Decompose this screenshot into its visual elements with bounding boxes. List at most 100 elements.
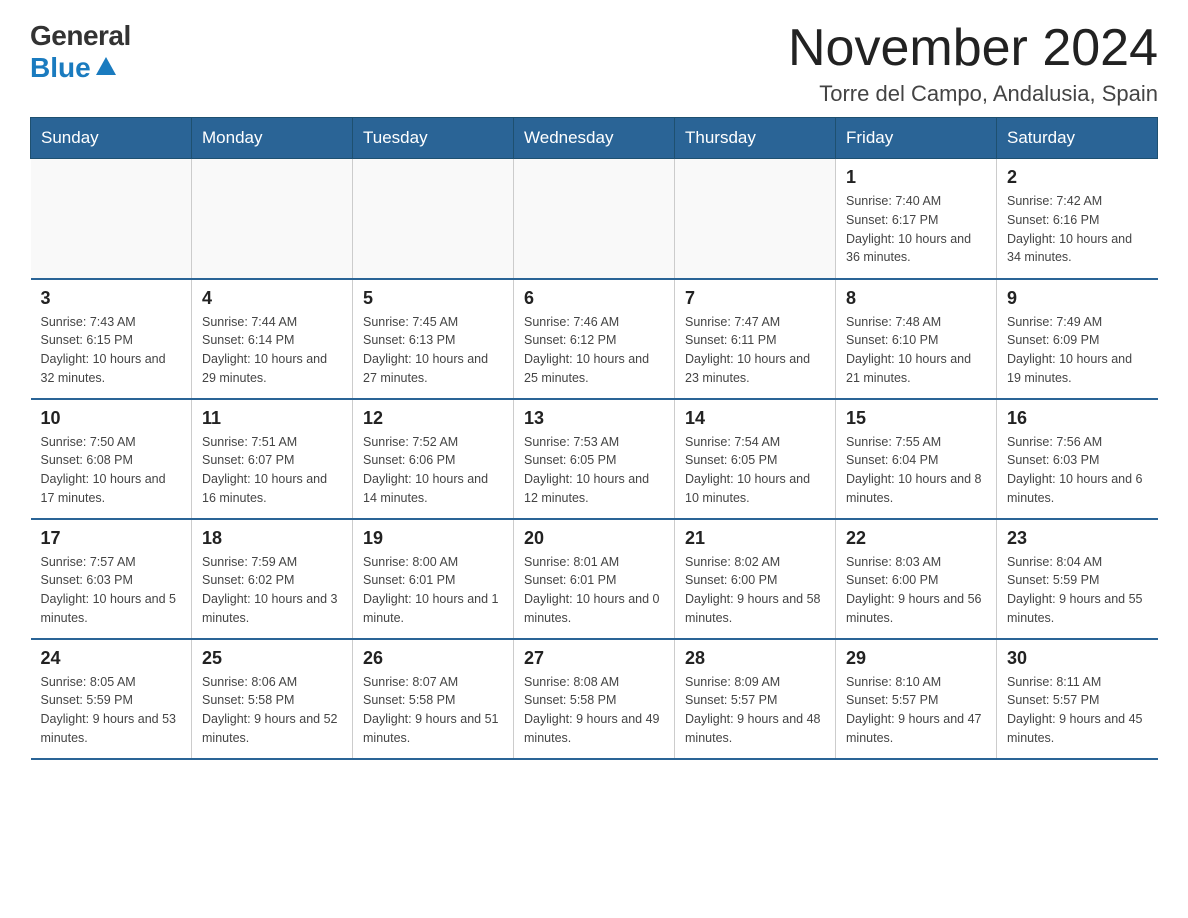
day-number: 16 xyxy=(1007,408,1148,429)
day-number: 13 xyxy=(524,408,664,429)
day-info: Sunrise: 8:07 AMSunset: 5:58 PMDaylight:… xyxy=(363,673,503,748)
calendar-cell xyxy=(192,159,353,279)
day-info-line: Daylight: 10 hours and 16 minutes. xyxy=(202,472,327,505)
day-info-line: Sunrise: 7:49 AM xyxy=(1007,315,1102,329)
day-info-line: Daylight: 9 hours and 51 minutes. xyxy=(363,712,499,745)
day-info: Sunrise: 7:40 AMSunset: 6:17 PMDaylight:… xyxy=(846,192,986,267)
day-info-line: Sunrise: 7:51 AM xyxy=(202,435,297,449)
calendar-cell: 13Sunrise: 7:53 AMSunset: 6:05 PMDayligh… xyxy=(514,399,675,519)
calendar-cell: 28Sunrise: 8:09 AMSunset: 5:57 PMDayligh… xyxy=(675,639,836,759)
day-info-line: Sunset: 6:03 PM xyxy=(1007,453,1099,467)
title-section: November 2024 Torre del Campo, Andalusia… xyxy=(788,20,1158,107)
day-info-line: Sunset: 6:06 PM xyxy=(363,453,455,467)
day-info-line: Sunset: 5:57 PM xyxy=(1007,693,1099,707)
day-number: 30 xyxy=(1007,648,1148,669)
day-info: Sunrise: 7:48 AMSunset: 6:10 PMDaylight:… xyxy=(846,313,986,388)
day-info-line: Sunrise: 7:56 AM xyxy=(1007,435,1102,449)
day-number: 28 xyxy=(685,648,825,669)
calendar-cell: 10 Sunrise: 7:50 AMSunset: 6:08 PMDayligh… xyxy=(31,399,192,519)
day-info: Sunrise: 7:44 AMSunset: 6:14 PMDaylight:… xyxy=(202,313,342,388)
day-info: Sunrise: 7:59 AMSunset: 6:02 PMDaylight:… xyxy=(202,553,342,628)
day-info-line: Sunset: 6:08 PM xyxy=(41,453,133,467)
day-info-line: Sunrise: 8:09 AM xyxy=(685,675,780,689)
day-info-line: Sunset: 6:02 PM xyxy=(202,573,294,587)
day-number: 21 xyxy=(685,528,825,549)
calendar-cell: 30Sunrise: 8:11 AMSunset: 5:57 PMDayligh… xyxy=(997,639,1158,759)
day-number: 15 xyxy=(846,408,986,429)
day-info-line: Sunset: 6:17 PM xyxy=(846,213,938,227)
day-info-line: Sunrise: 7:42 AM xyxy=(1007,194,1102,208)
header-monday: Monday xyxy=(192,118,353,159)
day-info-line: Sunset: 6:00 PM xyxy=(846,573,938,587)
day-info: Sunrise: 8:03 AMSunset: 6:00 PMDaylight:… xyxy=(846,553,986,628)
day-info-line: Daylight: 9 hours and 53 minutes. xyxy=(41,712,177,745)
day-info-line: Sunset: 6:13 PM xyxy=(363,333,455,347)
day-info-line: Sunrise: 7:54 AM xyxy=(685,435,780,449)
calendar-cell: 25Sunrise: 8:06 AMSunset: 5:58 PMDayligh… xyxy=(192,639,353,759)
calendar-cell: 11 Sunrise: 7:51 AM Sunset: 6:07 PM Dayligh… xyxy=(192,399,353,519)
header: General Blue November 2024 Torre del Cam… xyxy=(30,20,1158,107)
day-number: 8 xyxy=(846,288,986,309)
calendar-cell: 29Sunrise: 8:10 AMSunset: 5:57 PMDayligh… xyxy=(836,639,997,759)
day-info: Sunrise: 8:08 AMSunset: 5:58 PMDaylight:… xyxy=(524,673,664,748)
day-info-line: Sunset: 5:59 PM xyxy=(1007,573,1099,587)
calendar-cell: 20Sunrise: 8:01 AMSunset: 6:01 PMDayligh… xyxy=(514,519,675,639)
header-tuesday: Tuesday xyxy=(353,118,514,159)
day-info-line: Sunrise: 7:52 AM xyxy=(363,435,458,449)
day-info-line: Sunrise: 8:08 AM xyxy=(524,675,619,689)
day-info-line: Sunset: 6:14 PM xyxy=(202,333,294,347)
day-info: Sunrise: 7:56 AMSunset: 6:03 PMDaylight:… xyxy=(1007,433,1148,508)
day-info-line: Sunset: 6:12 PM xyxy=(524,333,616,347)
header-thursday: Thursday xyxy=(675,118,836,159)
day-info-line: Daylight: 10 hours and 29 minutes. xyxy=(202,352,327,385)
header-saturday: Saturday xyxy=(997,118,1158,159)
logo: General Blue xyxy=(30,20,131,84)
day-info: Sunrise: 7:51 AM Sunset: 6:07 PM Daylight:… xyxy=(202,433,342,508)
day-info: Sunrise: 8:10 AMSunset: 5:57 PMDaylight:… xyxy=(846,673,986,748)
day-number: 4 xyxy=(202,288,342,309)
day-info: Sunrise: 7:47 AMSunset: 6:11 PMDaylight:… xyxy=(685,313,825,388)
calendar-cell: 24Sunrise: 8:05 AMSunset: 5:59 PMDayligh… xyxy=(31,639,192,759)
day-info: Sunrise: 7:49 AMSunset: 6:09 PMDaylight:… xyxy=(1007,313,1148,388)
day-info-line: Daylight: 9 hours and 58 minutes. xyxy=(685,592,821,625)
day-info-line: Daylight: 10 hours and 10 minutes. xyxy=(685,472,810,505)
day-info: Sunrise: 8:01 AMSunset: 6:01 PMDaylight:… xyxy=(524,553,664,628)
day-info-line: Sunset: 6:11 PM xyxy=(685,333,777,347)
day-info-line: Sunrise: 8:05 AM xyxy=(41,675,136,689)
day-info-line: Sunrise: 7:46 AM xyxy=(524,315,619,329)
calendar-week-row-3: 10 Sunrise: 7:50 AMSunset: 6:08 PMDayligh… xyxy=(31,399,1158,519)
day-info-line: Daylight: 10 hours and 34 minutes. xyxy=(1007,232,1132,265)
calendar-cell: 4 Sunrise: 7:44 AMSunset: 6:14 PMDaylight… xyxy=(192,279,353,399)
calendar-cell: 16Sunrise: 7:56 AMSunset: 6:03 PMDayligh… xyxy=(997,399,1158,519)
day-info-line: Daylight: 10 hours and 25 minutes. xyxy=(524,352,649,385)
calendar-cell: 23Sunrise: 8:04 AMSunset: 5:59 PMDayligh… xyxy=(997,519,1158,639)
day-number: 12 xyxy=(363,408,503,429)
calendar-cell: 19Sunrise: 8:00 AMSunset: 6:01 PMDayligh… xyxy=(353,519,514,639)
calendar-cell: 22Sunrise: 8:03 AMSunset: 6:00 PMDayligh… xyxy=(836,519,997,639)
day-info-line: Daylight: 9 hours and 47 minutes. xyxy=(846,712,982,745)
day-info: Sunrise: 7:50 AMSunset: 6:08 PMDaylight:… xyxy=(41,433,182,508)
day-info-line: Daylight: 10 hours and 5 minutes. xyxy=(41,592,177,625)
day-info: Sunrise: 7:46 AM Sunset: 6:12 PM Daylight:… xyxy=(524,313,664,388)
day-number: 10 xyxy=(41,408,182,429)
day-info-line: Sunrise: 7:40 AM xyxy=(846,194,941,208)
day-info-line: Sunset: 5:57 PM xyxy=(846,693,938,707)
day-info-line: Sunset: 5:59 PM xyxy=(41,693,133,707)
calendar-cell: 2Sunrise: 7:42 AMSunset: 6:16 PMDaylight… xyxy=(997,159,1158,279)
day-info-line: Daylight: 10 hours and 23 minutes. xyxy=(685,352,810,385)
day-info-line: Daylight: 10 hours and 21 minutes. xyxy=(846,352,971,385)
day-number: 14 xyxy=(685,408,825,429)
calendar-week-row-5: 24Sunrise: 8:05 AMSunset: 5:59 PMDayligh… xyxy=(31,639,1158,759)
day-number: 11 xyxy=(202,408,342,429)
calendar-cell: 14Sunrise: 7:54 AMSunset: 6:05 PMDayligh… xyxy=(675,399,836,519)
day-info-line: Sunrise: 8:06 AM xyxy=(202,675,297,689)
calendar-cell xyxy=(31,159,192,279)
calendar-cell: 9Sunrise: 7:49 AMSunset: 6:09 PMDaylight… xyxy=(997,279,1158,399)
day-number: 6 xyxy=(524,288,664,309)
calendar-cell xyxy=(514,159,675,279)
day-info-line: Sunset: 6:07 PM xyxy=(202,453,294,467)
day-info: Sunrise: 8:02 AMSunset: 6:00 PMDaylight:… xyxy=(685,553,825,628)
day-info-line: Sunset: 6:03 PM xyxy=(41,573,133,587)
day-number: 18 xyxy=(202,528,342,549)
day-info-line: Sunset: 6:01 PM xyxy=(363,573,455,587)
